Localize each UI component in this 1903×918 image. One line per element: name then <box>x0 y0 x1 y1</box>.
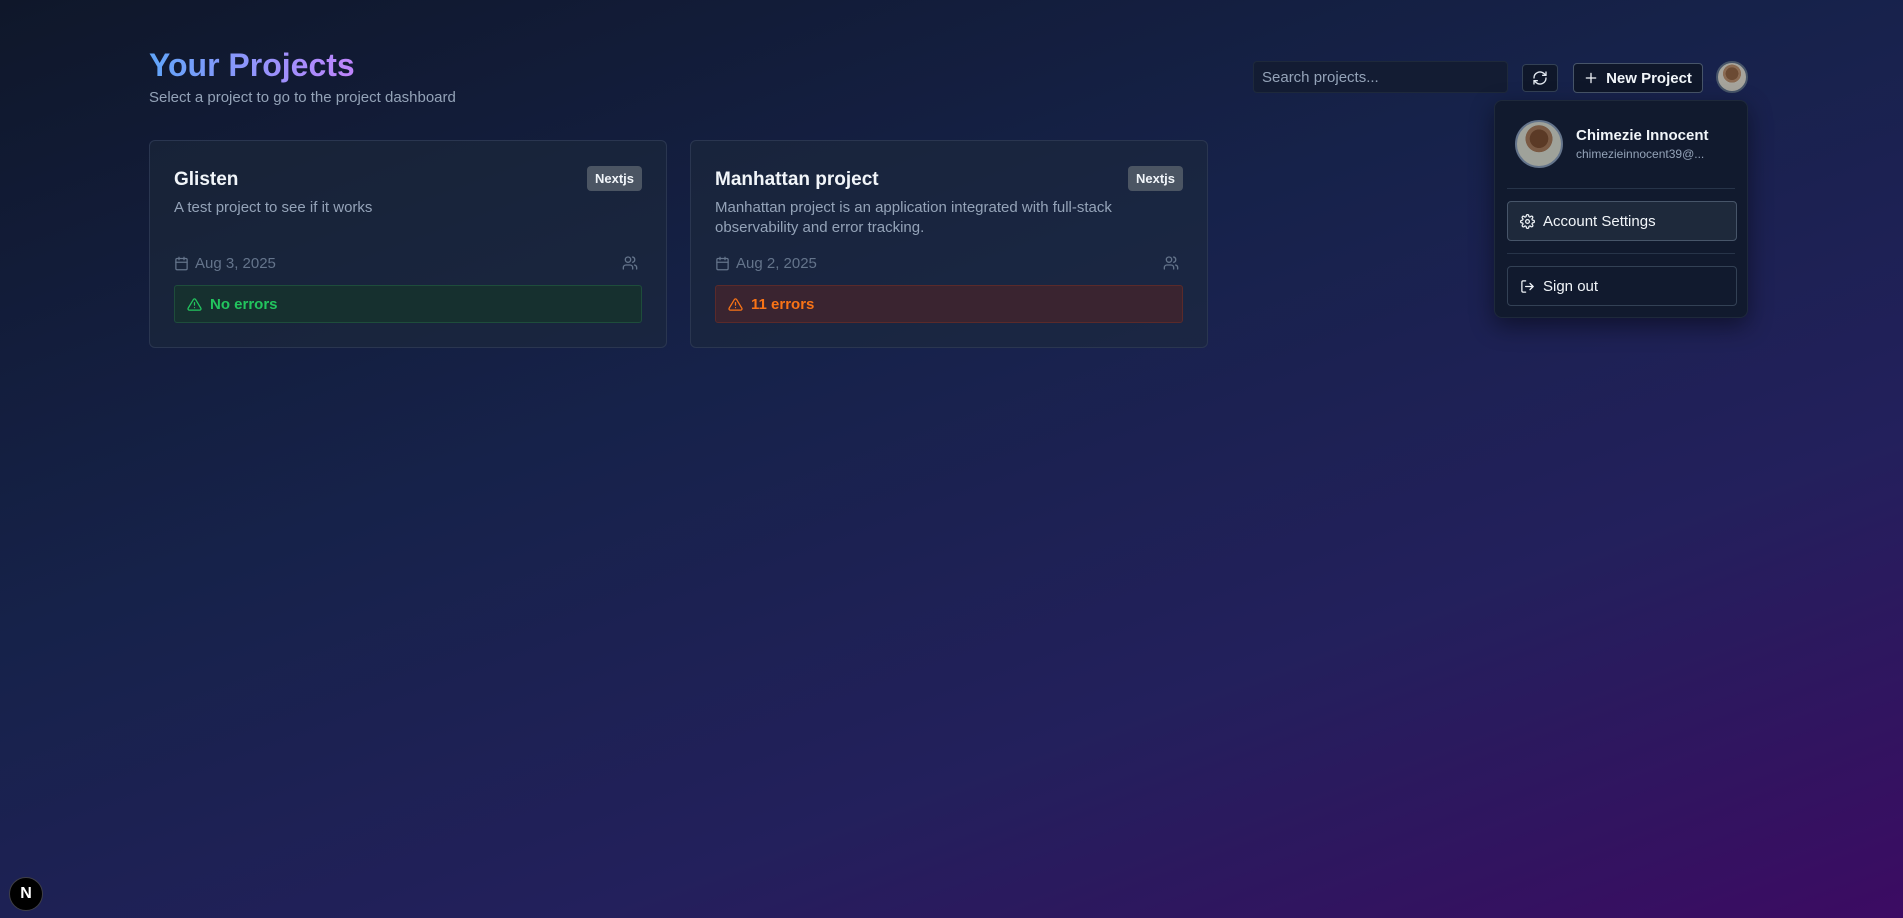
calendar-icon <box>174 256 189 271</box>
account-settings-button[interactable]: Account Settings <box>1507 201 1737 241</box>
status-badge: 11 errors <box>715 285 1183 323</box>
new-project-button[interactable]: New Project <box>1573 63 1703 93</box>
project-card[interactable]: Manhattan project Nextjs Manhattan proje… <box>690 140 1208 348</box>
status-text: 11 errors <box>751 295 815 313</box>
user-email: chimezieinnocent39@... <box>1576 147 1705 161</box>
page-title: Your Projects <box>149 47 355 83</box>
project-title: Manhattan project <box>715 169 879 190</box>
project-card[interactable]: Glisten Nextjs A test project to see if … <box>149 140 667 348</box>
sign-out-button[interactable]: Sign out <box>1507 266 1737 306</box>
project-description: Manhattan project is an application inte… <box>715 199 1112 236</box>
user-menu: Chimezie Innocent chimezieinnocent39@...… <box>1494 100 1748 318</box>
plus-icon <box>1584 71 1598 85</box>
sign-out-label: Sign out <box>1543 277 1599 295</box>
avatar <box>1515 120 1563 168</box>
calendar-icon <box>715 256 730 271</box>
user-info: Chimezie Innocent chimezieinnocent39@... <box>1515 120 1709 168</box>
dev-tools-badge[interactable]: N <box>9 877 43 911</box>
page-subtitle: Select a project to go to the project da… <box>149 89 456 106</box>
refresh-button[interactable] <box>1522 64 1558 92</box>
gear-icon <box>1520 213 1535 229</box>
project-description: A test project to see if it works <box>174 199 373 216</box>
users-icon <box>622 255 638 271</box>
project-date-text: Aug 3, 2025 <box>195 255 276 272</box>
users-icon <box>1163 255 1179 271</box>
project-date: Aug 2, 2025 <box>715 255 817 272</box>
search-input[interactable] <box>1253 61 1508 93</box>
project-date-text: Aug 2, 2025 <box>736 255 817 272</box>
avatar[interactable] <box>1716 61 1748 93</box>
status-badge: No errors <box>174 285 642 323</box>
log-out-icon <box>1520 279 1535 294</box>
project-date: Aug 3, 2025 <box>174 255 276 272</box>
account-settings-label: Account Settings <box>1543 212 1656 230</box>
divider <box>1507 253 1735 254</box>
framework-badge: Nextjs <box>1127 166 1183 191</box>
status-text: No errors <box>210 295 278 313</box>
alert-triangle-icon <box>728 297 743 312</box>
new-project-label: New Project <box>1606 69 1692 87</box>
dev-tools-label: N <box>20 885 32 902</box>
user-name: Chimezie Innocent <box>1576 127 1709 144</box>
divider <box>1507 188 1735 189</box>
project-title: Glisten <box>174 169 239 190</box>
refresh-icon <box>1532 70 1548 86</box>
framework-badge: Nextjs <box>586 166 642 191</box>
alert-triangle-icon <box>187 297 202 312</box>
